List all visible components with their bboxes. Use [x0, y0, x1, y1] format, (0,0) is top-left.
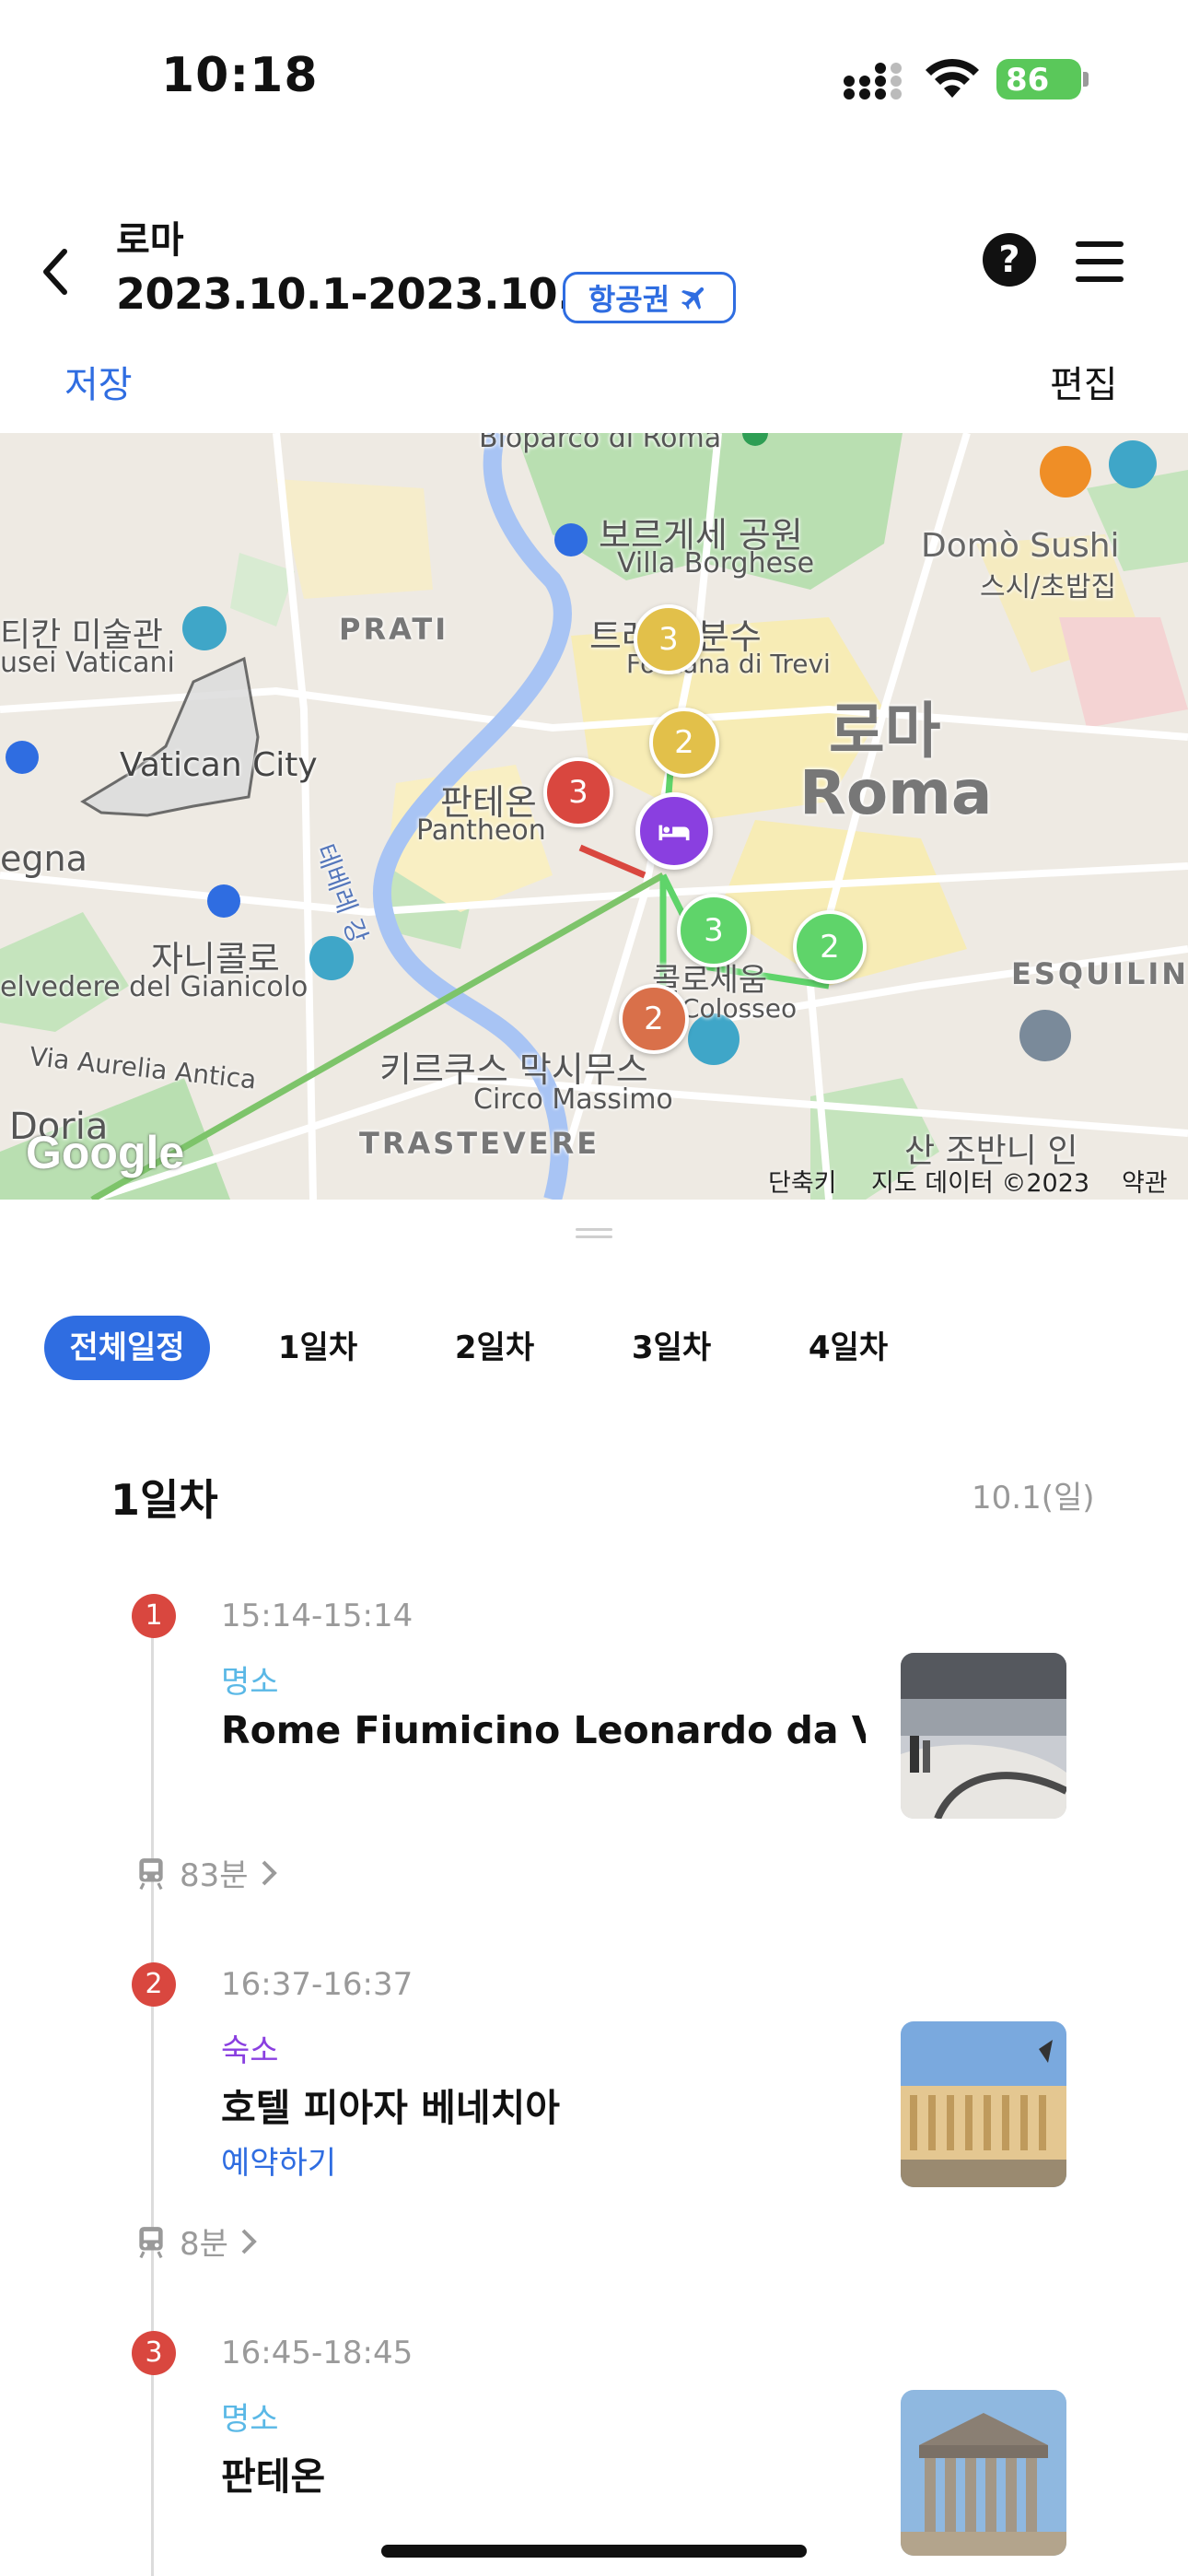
map-marker[interactable]: 3	[634, 604, 704, 674]
map-shortcuts-link[interactable]: 단축키	[768, 1163, 837, 1199]
map-label: Vatican City	[120, 746, 318, 784]
item-number-badge: 1	[132, 1594, 176, 1638]
map-data-label: 지도 데이터 ©2023	[871, 1169, 1090, 1198]
map-marker[interactable]: 3	[543, 757, 613, 827]
route-map[interactable]: Bioparco di Roma 보르게세 공원 Villa Borghese …	[0, 433, 1188, 1200]
wifi-icon	[926, 58, 979, 98]
item-place-name[interactable]: Rome Fiumicino Leonardo da Vi …	[221, 1708, 866, 1752]
airplane-icon	[681, 287, 705, 310]
day-title: 1일차	[111, 1475, 218, 1525]
map-label: elvedere del Gianicolo	[0, 971, 309, 1003]
chevron-left-icon[interactable]	[37, 244, 77, 299]
map-label: egna	[0, 838, 87, 879]
map-label: Pantheon	[416, 814, 546, 847]
map-label: Colosseo	[681, 993, 798, 1024]
bed-icon	[658, 825, 690, 841]
transit-duration: 83분	[180, 1857, 249, 1894]
map-label: Domò Sushi	[921, 527, 1120, 565]
map-marker[interactable]: 2	[793, 910, 867, 984]
map-label: TRASTEVERE	[359, 1126, 600, 1161]
map-marker[interactable]: 2	[619, 984, 689, 1054]
item-category: 명소	[221, 2401, 279, 2438]
city-title: 로마	[116, 219, 184, 262]
flight-ticket-label: 항공권	[588, 282, 670, 317]
trip-dates: 2023.10.1-2023.10.4	[116, 269, 602, 319]
map-marker[interactable]: 3	[677, 894, 751, 967]
save-button[interactable]: 저장	[64, 355, 133, 408]
tab-day-1[interactable]: 1일차	[267, 1316, 368, 1380]
google-logo: Google	[26, 1127, 185, 1178]
map-label: Villa Borghese	[617, 547, 815, 580]
battery-icon: 86	[996, 59, 1089, 100]
map-label: Circo Massimo	[473, 1083, 673, 1116]
battery-level: 86	[1006, 62, 1050, 99]
map-label: ESQUILINO	[1011, 956, 1188, 991]
timeline-line	[151, 1614, 154, 2576]
train-icon	[139, 2226, 163, 2258]
sheet-drag-handle[interactable]	[576, 1228, 612, 1241]
map-marker[interactable]: 2	[649, 708, 719, 778]
item-number-badge: 3	[132, 2331, 176, 2375]
tab-all-schedule[interactable]: 전체일정	[44, 1316, 210, 1380]
help-icon[interactable]: ?	[983, 233, 1036, 287]
item-time: 16:37-16:37	[221, 1966, 413, 2003]
item-place-name[interactable]: 호텔 피아자 베네치아	[221, 2077, 866, 2132]
hamburger-menu-icon[interactable]	[1076, 241, 1124, 282]
transit-row[interactable]: 8분	[134, 2219, 258, 2264]
cellular-signal-icon	[844, 63, 902, 100]
tab-day-4[interactable]: 4일차	[798, 1316, 899, 1380]
chevron-right-icon	[241, 2229, 257, 2254]
day-date: 10.1(일)	[972, 1480, 1095, 1516]
item-time: 16:45-18:45	[221, 2335, 413, 2371]
edit-button[interactable]: 편집	[1050, 355, 1118, 408]
map-label: 스시/초밥집	[980, 571, 1117, 603]
tab-day-2[interactable]: 2일차	[444, 1316, 545, 1380]
item-time: 15:14-15:14	[221, 1598, 413, 1634]
chevron-right-icon	[262, 1860, 277, 1885]
item-number-badge: 2	[132, 1962, 176, 2007]
map-label: Roma	[799, 757, 993, 828]
home-indicator	[381, 2545, 807, 2558]
map-terms-link[interactable]: 약관	[1122, 1163, 1168, 1199]
flight-ticket-button[interactable]: 항공권	[563, 272, 736, 323]
item-thumbnail[interactable]	[901, 1653, 1066, 1819]
map-label: PRATI	[339, 612, 449, 647]
tab-day-3[interactable]: 3일차	[621, 1316, 722, 1380]
train-icon	[139, 1857, 163, 1890]
item-category: 숙소	[221, 2032, 279, 2069]
transit-duration: 8분	[180, 2226, 228, 2263]
map-label: Bioparco di Roma	[479, 433, 722, 454]
transit-row[interactable]: 83분	[134, 1850, 278, 1895]
status-time: 10:18	[161, 48, 319, 103]
item-thumbnail[interactable]	[901, 2390, 1066, 2556]
book-link[interactable]: 예약하기	[221, 2137, 336, 2183]
hotel-marker[interactable]	[635, 792, 713, 870]
item-place-name[interactable]: 판테온	[221, 2445, 866, 2500]
item-category: 명소	[221, 1664, 279, 1701]
map-label: usei Vaticani	[0, 647, 175, 679]
item-thumbnail[interactable]	[901, 2021, 1066, 2187]
